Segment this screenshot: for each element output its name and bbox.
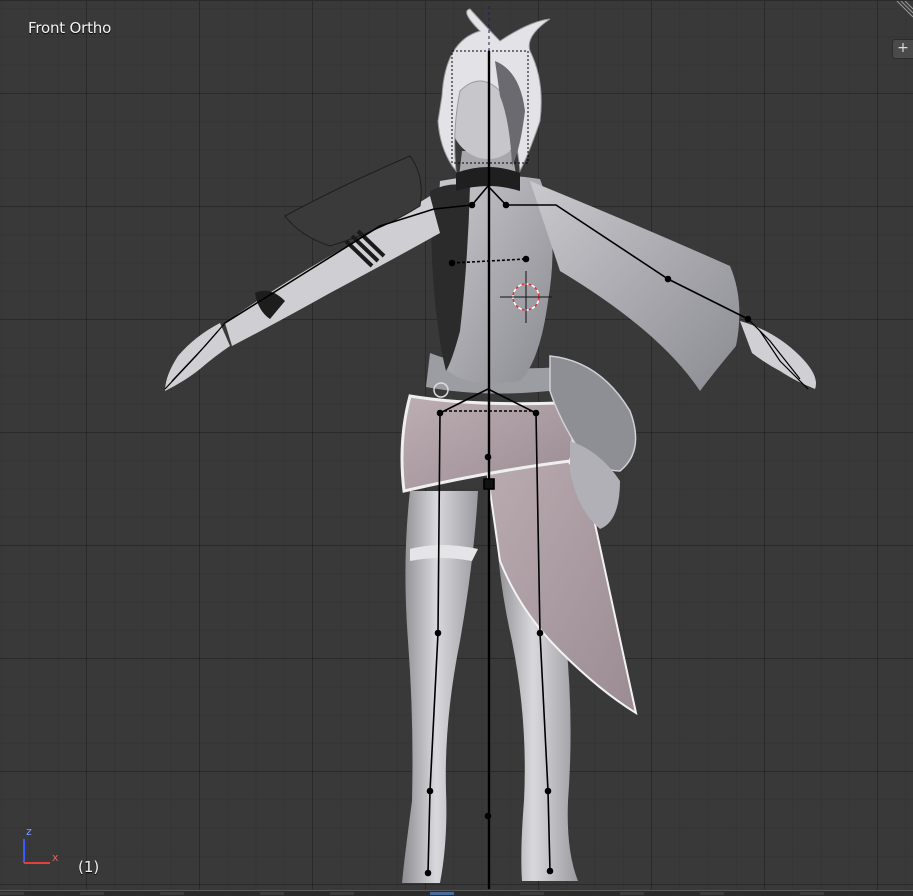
right-hand <box>740 321 816 389</box>
scene-canvas[interactable] <box>0 1 913 896</box>
z-axis-label: z <box>26 825 32 838</box>
area-split-grip-icon[interactable] <box>895 1 913 19</box>
header-strip <box>0 890 913 896</box>
left-hand <box>165 323 230 391</box>
frame-label: (1) <box>78 858 100 876</box>
axis-gizmo: z x <box>23 825 59 864</box>
3d-viewport[interactable]: Front Ortho (1) z x + <box>0 0 913 896</box>
view-label: Front Ortho <box>28 19 112 37</box>
character-mesh[interactable] <box>165 8 816 883</box>
plus-icon[interactable]: + <box>892 39 913 59</box>
x-axis-label: x <box>52 851 59 864</box>
